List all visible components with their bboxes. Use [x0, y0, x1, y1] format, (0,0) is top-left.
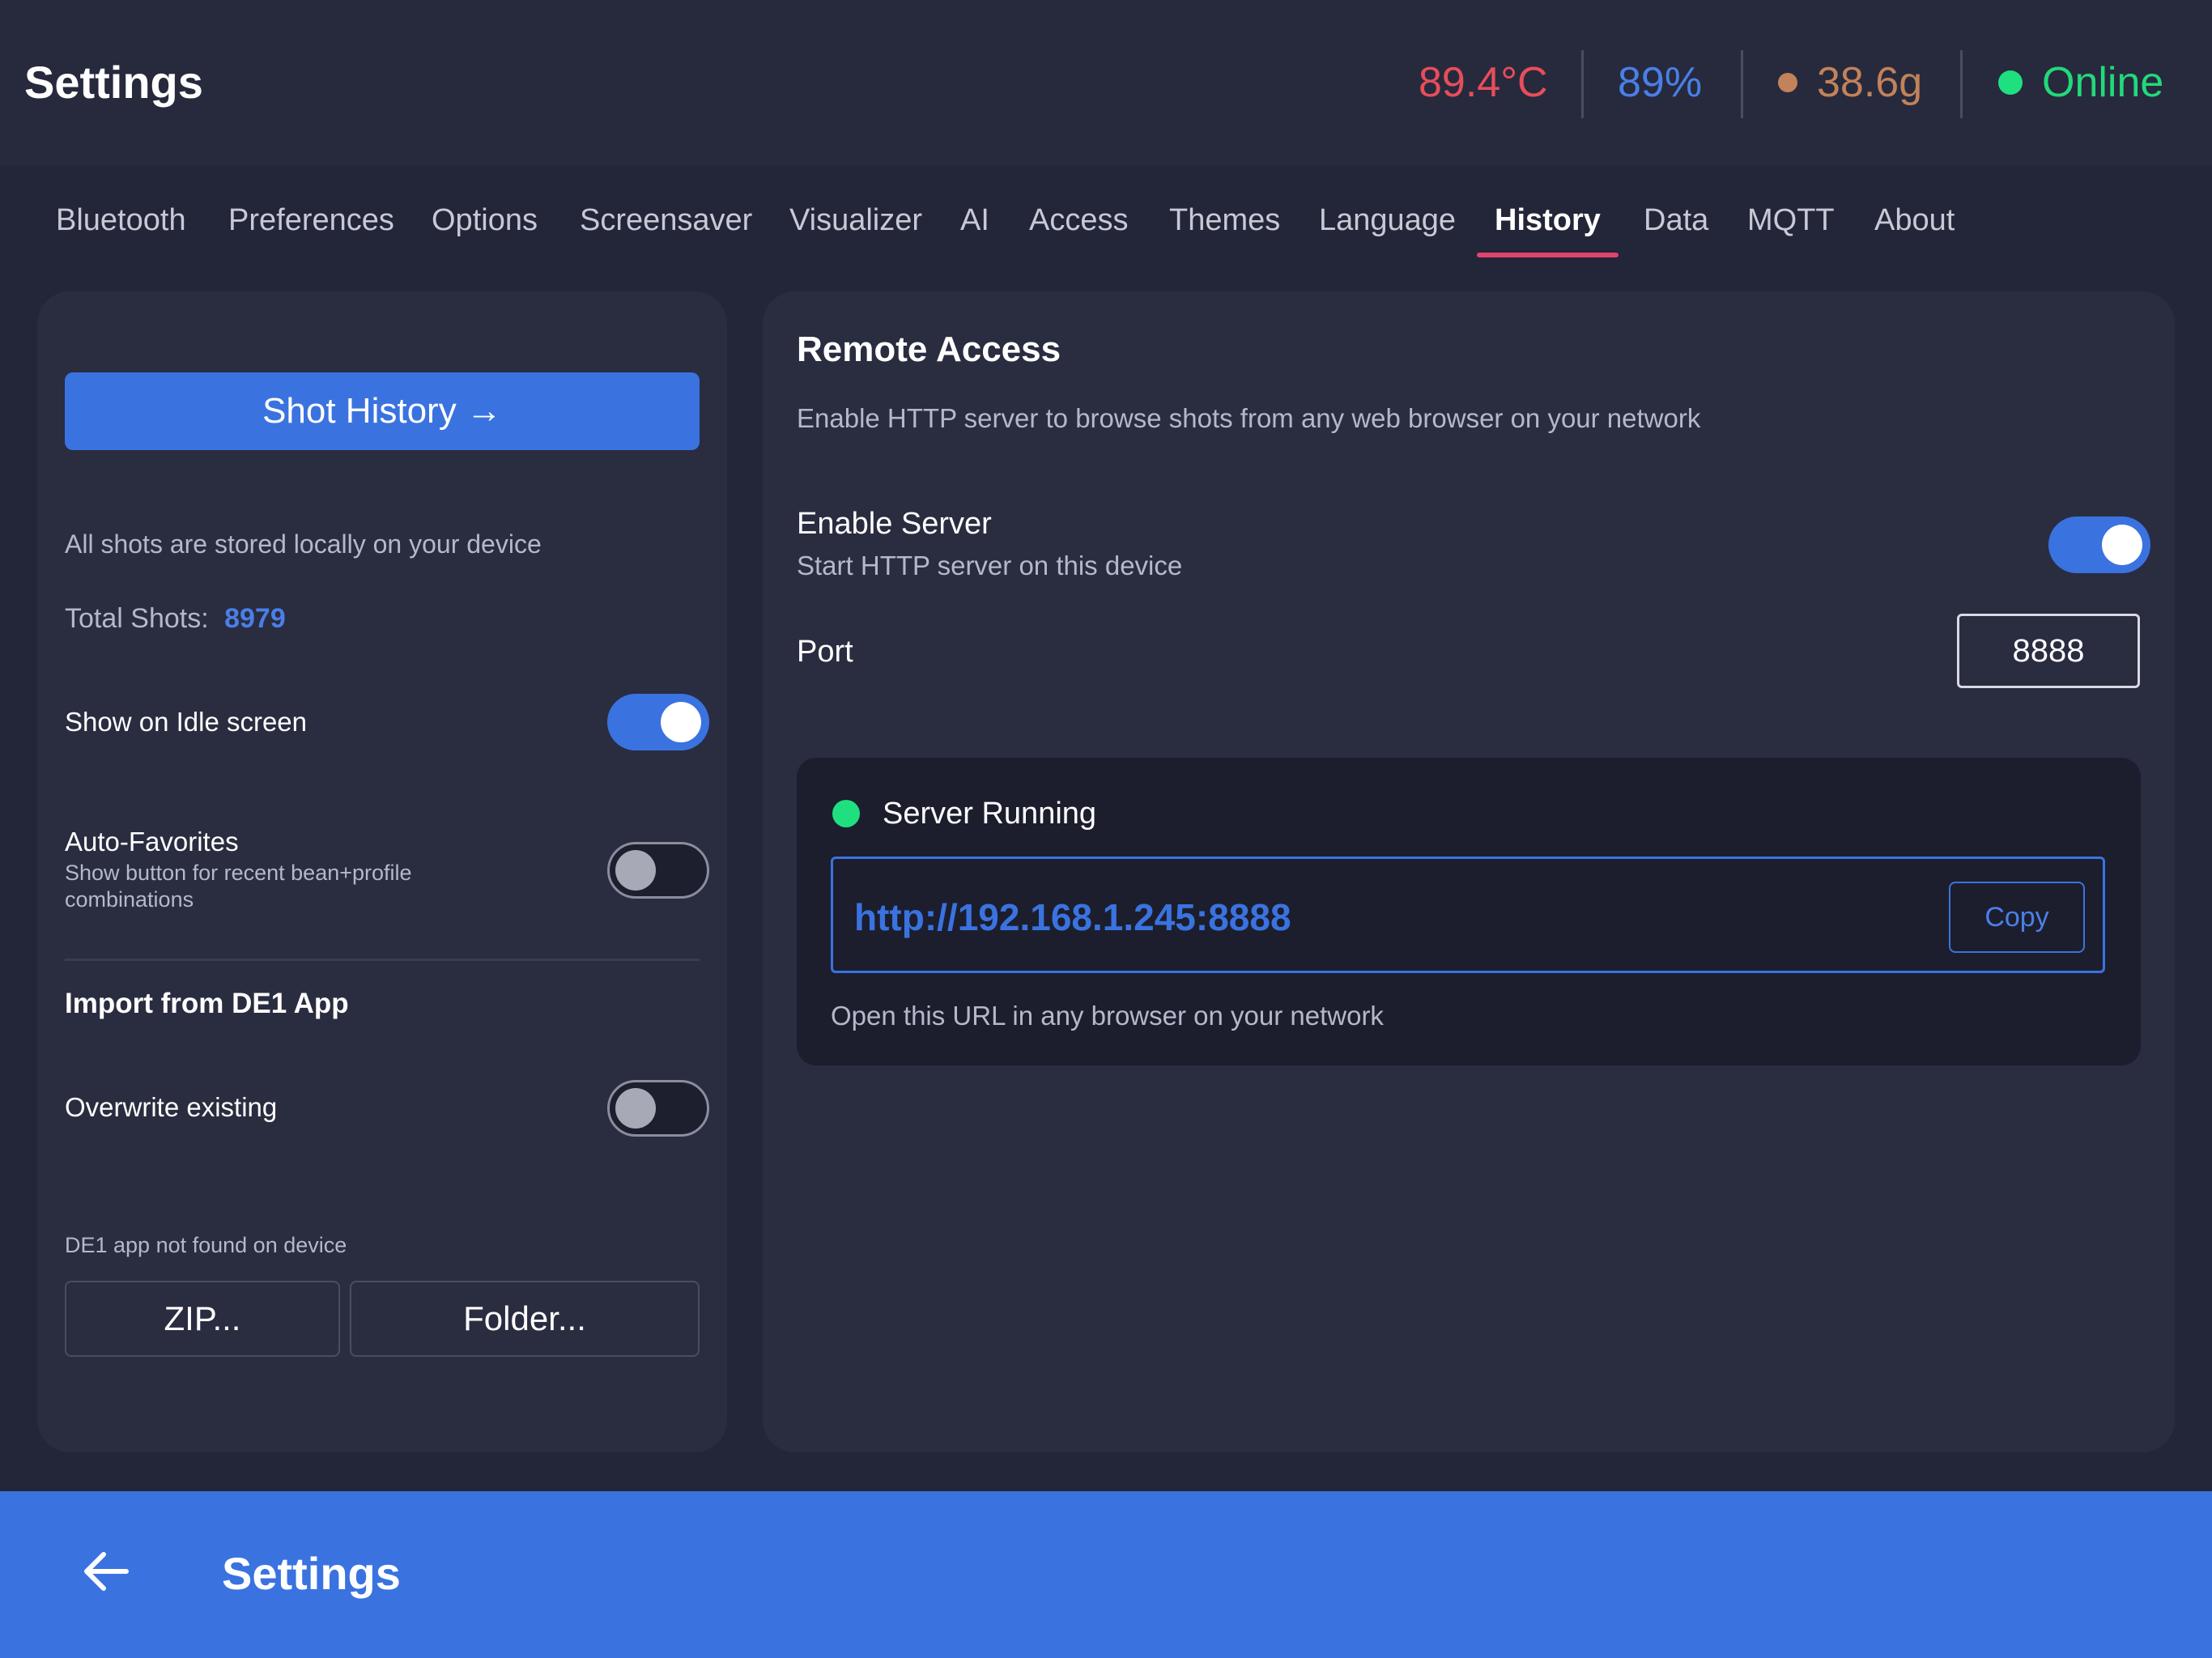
server-running-dot-icon	[832, 800, 860, 827]
remote-access-heading: Remote Access	[797, 329, 1061, 369]
tab-access[interactable]: Access	[1011, 188, 1146, 253]
shot-history-button[interactable]: Shot History →	[65, 372, 700, 450]
scale-weight-readout: 38.6g	[1778, 53, 1922, 112]
auto-favorites-toggle[interactable]	[607, 842, 709, 899]
total-shots-row: Total Shots: 8979	[65, 599, 286, 638]
tab-bluetooth[interactable]: Bluetooth	[38, 188, 204, 253]
divider	[1960, 50, 1963, 118]
server-status-panel: Server Running http://192.168.1.245:8888…	[797, 758, 2141, 1065]
server-url[interactable]: http://192.168.1.245:8888	[854, 895, 1291, 940]
toggle-knob	[615, 850, 656, 891]
folder-import-button[interactable]: Folder...	[350, 1281, 700, 1357]
tab-history[interactable]: History	[1477, 188, 1619, 257]
tab-ai[interactable]: AI	[942, 188, 1007, 253]
water-level-readout: 89%	[1618, 59, 1703, 106]
tab-visualizer[interactable]: Visualizer	[772, 188, 940, 253]
server-url-box: http://192.168.1.245:8888 Copy	[831, 857, 2105, 973]
footer-title: Settings	[222, 1548, 401, 1599]
temperature-readout: 89.4°C	[1419, 59, 1548, 106]
scale-dot-icon	[1778, 73, 1797, 92]
show-idle-label: Show on Idle screen	[65, 707, 308, 737]
url-hint: Open this URL in any browser on your net…	[831, 1001, 1384, 1031]
settings-tabs: Bluetooth Preferences Options Screensave…	[0, 188, 2212, 257]
section-divider	[65, 959, 700, 961]
enable-server-label: Enable Server	[797, 507, 992, 541]
show-idle-toggle[interactable]	[607, 694, 709, 750]
tab-data[interactable]: Data	[1626, 188, 1726, 253]
status-bar: Settings 89.4°C 89% 38.6g Online	[0, 0, 2212, 165]
history-card: Shot History → All shots are stored loca…	[37, 291, 727, 1452]
port-input[interactable]: 8888	[1957, 614, 2140, 688]
server-status-label: Server Running	[883, 797, 1097, 831]
copy-url-button[interactable]: Copy	[1949, 882, 2085, 953]
total-shots-label: Total Shots:	[65, 603, 209, 634]
tab-screensaver[interactable]: Screensaver	[562, 188, 770, 253]
divider	[1741, 50, 1743, 118]
enable-server-toggle[interactable]	[2048, 517, 2150, 573]
enable-server-desc: Start HTTP server on this device	[797, 551, 1183, 580]
weight-value: 38.6g	[1817, 59, 1923, 106]
overwrite-toggle[interactable]	[607, 1080, 709, 1137]
divider	[1581, 50, 1584, 118]
arrow-left-icon[interactable]	[78, 1543, 134, 1600]
tab-language[interactable]: Language	[1301, 188, 1474, 253]
connection-status: Online	[1998, 53, 2163, 112]
tab-options[interactable]: Options	[414, 188, 555, 253]
remote-access-description: Enable HTTP server to browse shots from …	[797, 403, 1701, 433]
connection-label: Online	[2042, 59, 2164, 106]
bottom-nav-bar: Settings	[0, 1491, 2212, 1658]
de1-status: DE1 app not found on device	[65, 1233, 347, 1257]
toggle-knob	[2102, 525, 2142, 565]
import-heading: Import from DE1 App	[65, 988, 349, 1019]
page-title: Settings	[24, 57, 203, 108]
tab-preferences[interactable]: Preferences	[211, 188, 412, 253]
zip-import-button[interactable]: ZIP...	[65, 1281, 340, 1357]
toggle-knob	[615, 1088, 656, 1129]
online-dot-icon	[1998, 70, 2023, 95]
toggle-knob	[661, 702, 701, 742]
auto-favorites-label: Auto-Favorites	[65, 827, 239, 857]
tab-mqtt[interactable]: MQTT	[1729, 188, 1853, 253]
port-label: Port	[797, 635, 853, 669]
overwrite-label: Overwrite existing	[65, 1092, 278, 1122]
auto-favorites-desc: Show button for recent bean+profile comb…	[65, 861, 412, 912]
tab-about[interactable]: About	[1857, 188, 1972, 253]
remote-access-card: Remote Access Enable HTTP server to brow…	[763, 291, 2175, 1452]
tab-themes[interactable]: Themes	[1151, 188, 1298, 253]
storage-note: All shots are stored locally on your dev…	[65, 529, 542, 559]
total-shots-value: 8979	[224, 603, 286, 634]
